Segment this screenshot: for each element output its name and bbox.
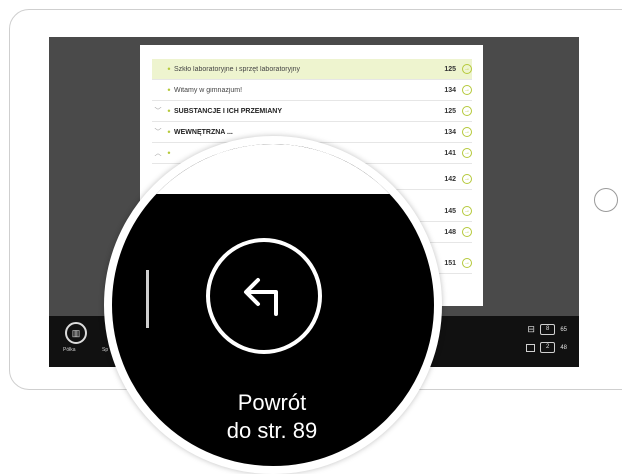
toc-page-number: 125 [444, 107, 456, 115]
back-button[interactable] [206, 238, 322, 354]
arrow-right-circle-icon[interactable]: → [462, 148, 472, 158]
arrow-return-left-icon [244, 278, 278, 316]
magnified-page-area [112, 144, 434, 188]
home-button[interactable] [594, 188, 618, 212]
bullet-icon: • [167, 106, 171, 116]
arrow-right-circle-icon[interactable]: → [462, 206, 472, 216]
shelf-label[interactable]: Półka [63, 347, 76, 353]
bullet-icon: • [167, 85, 171, 95]
toc-page-number: 145 [444, 207, 456, 215]
arrow-right-circle-icon[interactable]: → [462, 127, 472, 137]
toc-page-number: 125 [444, 65, 456, 73]
bullet-icon: • [167, 127, 171, 137]
arrow-right-circle-icon[interactable]: → [462, 85, 472, 95]
chevron-icon[interactable]: ﹀ [152, 127, 164, 137]
toc-title[interactable]: Szkło laboratoryjne i sprzęt laboratoryj… [174, 66, 432, 73]
toc-title[interactable]: WEWNĘTRZNA ... [174, 129, 432, 136]
toc-row[interactable]: ﹀ • SUBSTANCJE I ICH PRZEMIANY 125 → [152, 101, 472, 122]
single-page-input[interactable]: 2 [539, 342, 556, 353]
arrow-right-circle-icon[interactable]: → [462, 64, 472, 74]
toolbar-divider [146, 270, 149, 328]
single-page-total: 48 [560, 344, 567, 351]
back-label-line1[interactable]: Powrót [152, 390, 392, 416]
chevron-icon[interactable]: ﹀ [152, 106, 164, 116]
arrow-right-circle-icon[interactable]: → [462, 106, 472, 116]
single-page-nav: 2 48 [525, 342, 567, 353]
back-label-line2[interactable]: do str. 89 [152, 418, 392, 444]
spread-page-input[interactable]: 8 [539, 324, 556, 335]
sp-label[interactable]: Sp [102, 347, 108, 353]
shelf-books-icon[interactable]: ▥ [65, 322, 87, 344]
arrow-right-circle-icon[interactable]: → [462, 227, 472, 237]
magnified-divider [112, 188, 434, 194]
toc-page-number: 148 [444, 228, 456, 236]
spread-page-total: 65 [560, 326, 567, 333]
arrow-right-circle-icon[interactable]: → [462, 258, 472, 268]
toc-row[interactable]: • Szkło laboratoryjne i sprzęt laboratory… [152, 59, 472, 80]
magnifier-callout: Powrót do str. 89 [104, 136, 442, 474]
toc-page-number: 141 [444, 149, 456, 157]
arrow-right-circle-icon[interactable]: → [462, 174, 472, 184]
bullet-icon: • [167, 64, 171, 74]
toc-page-number: 134 [444, 128, 456, 136]
toc-row[interactable]: • Witamy w gimnazjum! 134 → [152, 80, 472, 101]
toc-page-number: 134 [444, 86, 456, 94]
single-page-icon[interactable] [525, 343, 535, 352]
toc-title[interactable]: Witamy w gimnazjum! [174, 87, 432, 94]
toc-title[interactable]: SUBSTANCJE I ICH PRZEMIANY [174, 108, 432, 115]
open-book-icon[interactable]: ⊟ [527, 325, 535, 334]
toc-page-number: 142 [444, 175, 456, 183]
spread-page-nav: ⊟ 8 65 [527, 324, 567, 335]
